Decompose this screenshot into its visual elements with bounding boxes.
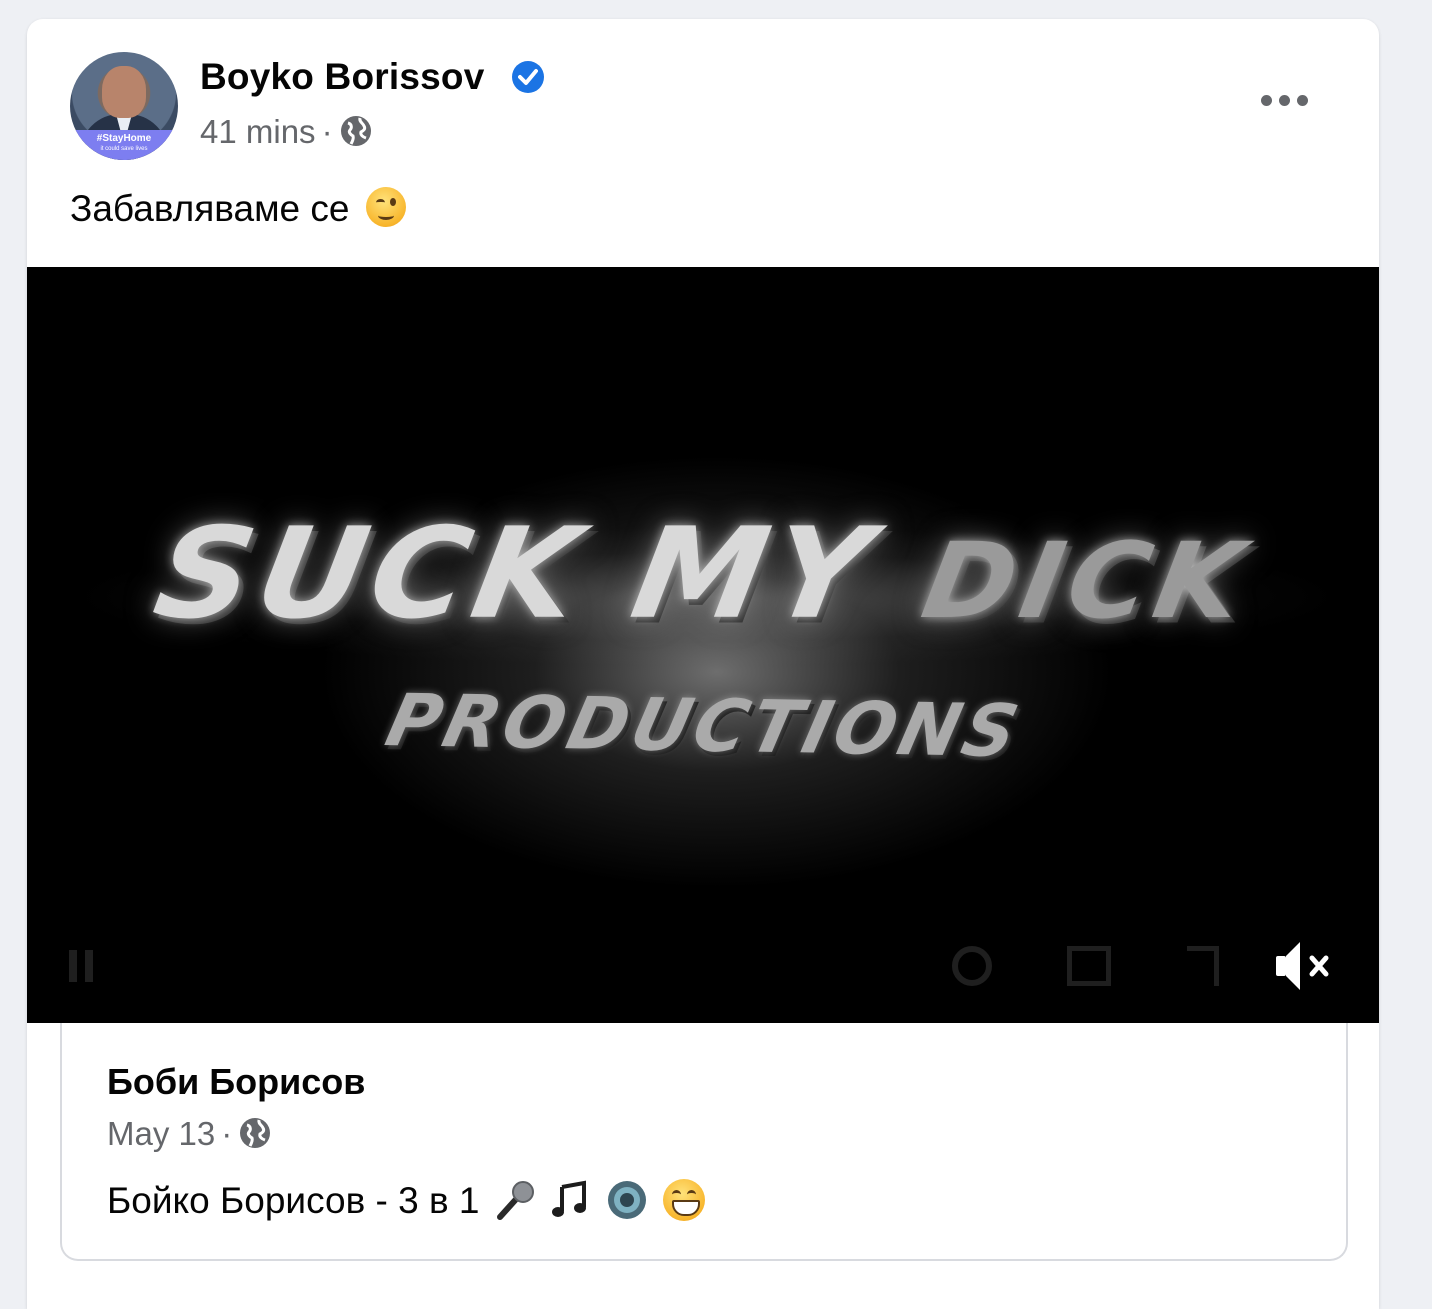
avatar-badge-subtext: it could save lives (100, 146, 148, 152)
author-name[interactable]: Boyko Borissov (200, 56, 485, 98)
globe-icon[interactable] (339, 114, 373, 156)
avatar-face (102, 66, 146, 118)
shared-text-content: Бойко Борисов - 3 в 1 (107, 1180, 480, 1221)
more-options-icon[interactable] (1259, 89, 1311, 113)
fullscreen-icon[interactable] (1187, 946, 1219, 986)
shared-post-card[interactable]: Боби Борисов May 13 · Бойко Борисов - 3 в… (60, 1023, 1348, 1261)
video-title-part-b: DICK (914, 519, 1258, 642)
post-card: #StayHome it could save lives Boyko Bori… (27, 19, 1379, 1309)
picture-in-picture-icon[interactable] (1067, 946, 1111, 986)
video-player[interactable]: SUCK MY DICK PRODUCTIONS (27, 267, 1379, 1023)
shared-post-date[interactable]: May 13 (107, 1115, 215, 1152)
avatar-badge-text: #StayHome (96, 133, 152, 144)
avatar-frame-badge: #StayHome it could save lives (70, 130, 178, 160)
shared-post-meta: May 13 · (107, 1115, 272, 1158)
video-controls (27, 932, 1379, 1002)
video-title-line1: SUCK MY DICK (27, 501, 1379, 647)
globe-icon[interactable] (238, 1116, 272, 1158)
shared-post-text: Бойко Борисов - 3 в 1 (107, 1179, 705, 1222)
volume-muted-icon[interactable] (1272, 936, 1336, 996)
shared-author-name[interactable]: Боби Борисов (107, 1061, 365, 1103)
post-caption: Забавляваме се (70, 187, 406, 230)
post-meta: 41 mins · (200, 113, 373, 156)
video-title-part-a: SUCK MY (144, 500, 887, 648)
verified-badge-icon (512, 61, 544, 93)
meta-separator: · (321, 113, 333, 150)
caption-text: Забавляваме се (70, 188, 350, 229)
music-note-emoji (550, 1179, 592, 1221)
winking-face-emoji (365, 187, 406, 227)
settings-icon[interactable] (952, 946, 992, 986)
grinning-face-emoji (662, 1179, 705, 1221)
speaker-emoji (606, 1179, 648, 1221)
pause-icon[interactable] (69, 950, 95, 982)
post-timestamp[interactable]: 41 mins (200, 113, 316, 150)
author-avatar[interactable]: #StayHome it could save lives (70, 52, 178, 160)
shared-meta-separator: · (221, 1115, 233, 1152)
video-title-line2: PRODUCTIONS (378, 678, 1030, 774)
microphone-emoji (494, 1179, 536, 1221)
